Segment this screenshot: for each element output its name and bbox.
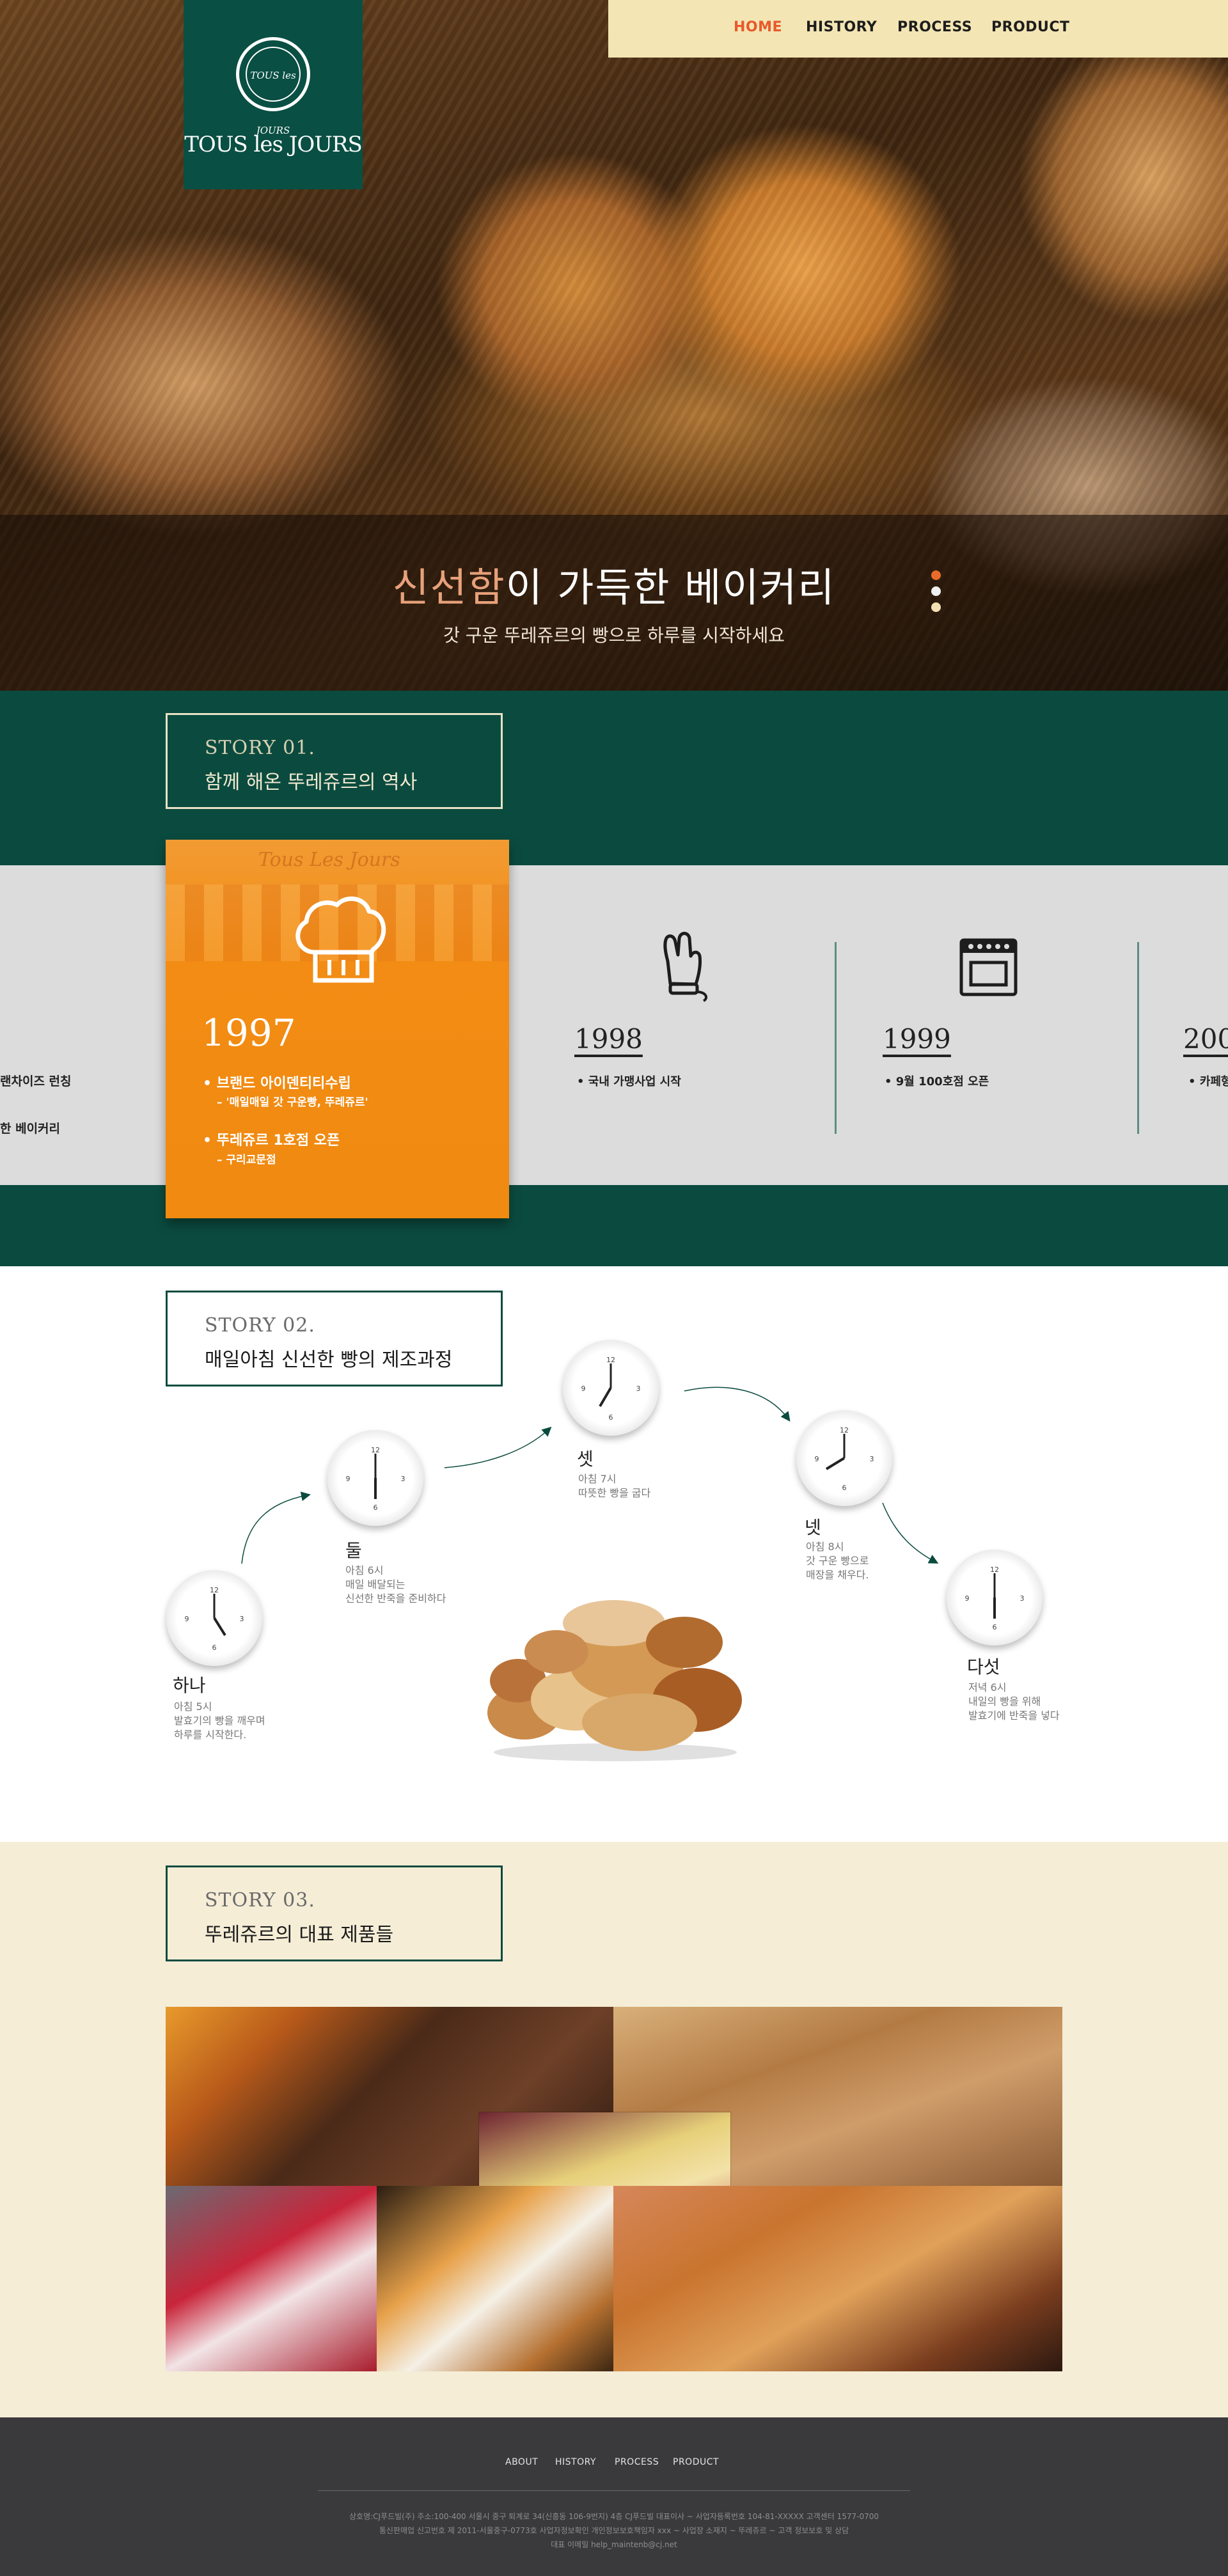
card-line-1: • 브랜드 아이덴티티수립 (203, 1076, 351, 1092)
story-history-section: STORY 01. 함께 해온 뚜레쥬르의 역사 랜차이즈 런칭 한 베이커리 … (0, 691, 1228, 1266)
footer-link-history[interactable]: HISTORY (555, 2457, 596, 2467)
hero-subtitle: 갓 구운 뚜레쥬르의 빵으로 하루를 시작하세요 (443, 625, 785, 646)
hero-title-rest: 이 가득한 베이커리 (505, 564, 836, 611)
svg-text:12: 12 (371, 1446, 380, 1454)
bread-basket-image (487, 1600, 742, 1761)
svg-text:9: 9 (965, 1594, 970, 1603)
timeline-card-1997[interactable]: Tous Les Jours 1997 • 브랜드 아이덴티티수립 – '매일매… (166, 840, 509, 1218)
step-2-desc: 아침 6시 매일 배달되는 신선한 반죽을 준비하다 (345, 1564, 446, 1605)
svg-text:9: 9 (581, 1385, 586, 1393)
oven-mitt-icon (663, 932, 708, 1002)
story1-heading: STORY 01. 함께 해온 뚜레쥬르의 역사 (166, 713, 503, 809)
slide-dot-3[interactable] (931, 602, 941, 612)
site-footer: ABOUT HISTORY PROCESS PRODUCT 상호명:CJ푸드빌(… (0, 2417, 1228, 2576)
hero-title-accent: 신선함 (392, 564, 506, 611)
timeline-year-1999: 1999 (883, 1023, 951, 1055)
clock-7am-icon: 12 6 3 9 (563, 1340, 659, 1436)
story1-title: 함께 해온 뚜레쥬르의 역사 (205, 771, 418, 794)
oven-icon (959, 938, 1018, 996)
product-image-cream-buns[interactable] (377, 2186, 613, 2371)
hero-title: 신선함이 가득한 베이커리 (0, 555, 1228, 613)
svg-text:6: 6 (374, 1504, 378, 1512)
step-2-title: 둘 (345, 1540, 362, 1561)
product-image-croissants[interactable] (613, 2186, 1062, 2371)
story1-label: STORY 01. (205, 737, 315, 759)
slide-dot-1[interactable] (931, 570, 941, 580)
clock-6pm-icon: 12 6 3 9 (947, 1550, 1043, 1645)
svg-text:12: 12 (840, 1426, 849, 1434)
svg-text:3: 3 (870, 1455, 874, 1463)
step-3-desc: 아침 7시 따뜻한 빵을 굽다 (578, 1473, 651, 1499)
card-subline-2: – 구리교문점 (217, 1154, 276, 1166)
clock-6am-icon: 12 6 3 9 (327, 1430, 423, 1526)
svg-text:3: 3 (240, 1615, 244, 1623)
footer-contact-email: 대표 이메일 help_maintenb@cj.net (551, 2540, 677, 2549)
svg-text:3: 3 (401, 1475, 405, 1483)
logo-emblem-text: TOUS les JOURS (246, 47, 301, 136)
timeline-separator (835, 942, 837, 1134)
timeline-year-1998: 1998 (574, 1023, 643, 1055)
logo-wordmark: TOUS les JOURS (184, 132, 363, 157)
nav-process[interactable]: PROCESS (897, 19, 972, 35)
timeline-edge-text-1: 랜차이즈 런칭 (0, 1074, 72, 1088)
nav-product[interactable]: PRODUCT (991, 19, 1070, 35)
timeline-desc-1998: • 국내 가맹사업 시작 (577, 1075, 681, 1088)
svg-text:3: 3 (636, 1385, 641, 1393)
logo[interactable]: TOUS les JOURS TOUS les JOURS (184, 0, 363, 189)
step-4-title: 넷 (805, 1517, 821, 1538)
footer-link-process[interactable]: PROCESS (615, 2457, 659, 2467)
svg-text:12: 12 (210, 1586, 219, 1594)
nav-home[interactable]: HOME (734, 19, 782, 35)
svg-text:9: 9 (185, 1615, 189, 1623)
slide-indicator (931, 570, 944, 618)
card-line-2: • 뚜레쥬르 1호점 오픈 (203, 1133, 340, 1149)
step-5-title: 다섯 (967, 1656, 1000, 1677)
chef-hat-icon (295, 896, 386, 983)
nav-history[interactable]: HISTORY (806, 19, 877, 35)
card-subline-1: – '매일매일 갓 구운빵, 뚜레쥬르' (217, 1096, 368, 1109)
svg-text:12: 12 (990, 1566, 999, 1574)
story3-heading: STORY 03. 뚜레쥬르의 대표 제품들 (166, 1865, 503, 1961)
product-collage (166, 2007, 1062, 2371)
step-3-title: 셋 (577, 1449, 594, 1470)
slide-dot-2[interactable] (931, 586, 941, 596)
main-nav: HOME HISTORY PROCESS PRODUCT (608, 0, 1228, 58)
footer-company-info: 상호명:CJ푸드빌(주) 주소:100-400 서울시 중구 퇴계로 34(신흥… (349, 2512, 879, 2521)
step-1-title: 하나 (173, 1675, 206, 1696)
step-1-desc: 아침 5시 발효기의 빵을 깨우며 하루를 시작한다. (174, 1700, 265, 1741)
svg-text:6: 6 (842, 1484, 847, 1492)
footer-link-about[interactable]: ABOUT (505, 2457, 538, 2467)
storefront-sign: Tous Les Jours (258, 849, 400, 871)
timeline-separator (1137, 942, 1139, 1134)
timeline-edge-text-2: 한 베이커리 (0, 1122, 61, 1136)
product-image-red-cakes[interactable] (166, 2186, 377, 2371)
timeline-desc-partial: • 카페형 (1188, 1075, 1228, 1088)
footer-divider (318, 2490, 910, 2491)
footer-link-product[interactable]: PRODUCT (673, 2457, 719, 2467)
step-5-desc: 저녁 6시 내일의 빵을 위해 발효기에 반죽을 넣다 (968, 1681, 1060, 1722)
clock-5am-icon: 12 6 3 9 (166, 1570, 262, 1666)
clock-8am-icon: 12 6 3 9 (796, 1410, 892, 1506)
step-4-desc: 아침 8시 갓 구운 빵으로 매장을 채우다. (806, 1541, 869, 1581)
story-products-section: STORY 03. 뚜레쥬르의 대표 제품들 (0, 1842, 1228, 2417)
svg-text:6: 6 (993, 1623, 997, 1631)
svg-text:12: 12 (606, 1356, 615, 1364)
timeline-year-partial: 200 (1183, 1023, 1228, 1055)
svg-text:9: 9 (815, 1455, 819, 1463)
svg-text:3: 3 (1020, 1594, 1025, 1603)
svg-text:6: 6 (609, 1413, 613, 1422)
logo-emblem-icon: TOUS les JOURS (236, 37, 310, 136)
card-year: 1997 (201, 1011, 296, 1055)
story3-title: 뚜레쥬르의 대표 제품들 (205, 1924, 394, 1946)
svg-text:9: 9 (346, 1475, 350, 1483)
footer-registration-info: 통신판매업 신고번호 제 2011-서울중구-0773호 사업자정보확인 개인정… (379, 2526, 849, 2535)
timeline-desc-1999: • 9월 100호점 오픈 (885, 1075, 989, 1088)
svg-text:6: 6 (212, 1644, 217, 1652)
story-process-section: STORY 02. 매일아침 신선한 빵의 제조과정 12 6 3 9 12 6 3 9 1… (0, 1266, 1228, 1842)
story3-label: STORY 03. (205, 1889, 315, 1912)
